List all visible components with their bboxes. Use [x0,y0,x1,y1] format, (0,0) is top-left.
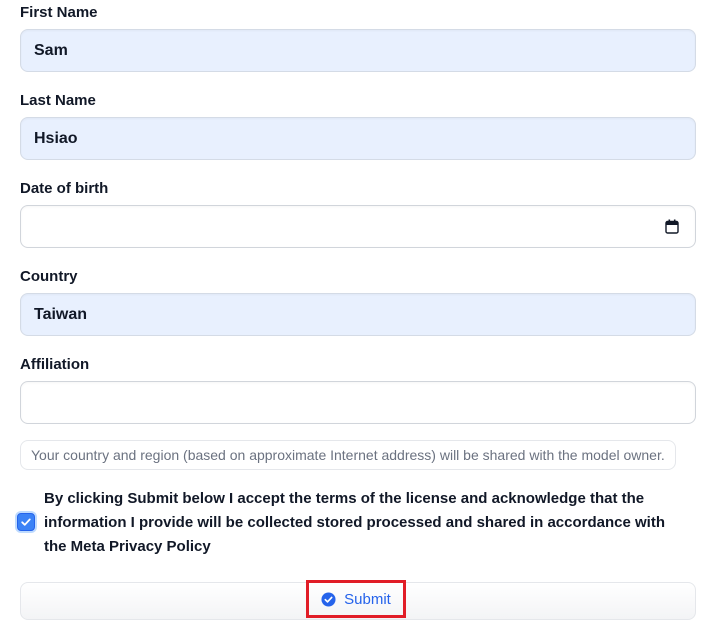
consent-text: By clicking Submit below I accept the te… [44,490,665,555]
last-name-value: Hsiao [34,129,78,147]
consent-checkbox[interactable] [17,513,35,531]
affiliation-label: Affiliation [20,356,90,373]
country-value: Taiwan [34,305,88,323]
submit-button[interactable]: Submit [306,580,406,618]
country-label: Country [20,268,78,285]
first-name-label: First Name [20,4,98,21]
first-name-value: Sam [34,41,68,59]
first-name-input[interactable]: Sam [20,29,696,72]
last-name-label: Last Name [20,92,96,109]
submit-bar[interactable]: Submit [20,580,696,620]
checkmark-icon [21,518,31,526]
date-of-birth-input[interactable] [20,205,696,248]
country-input[interactable]: Taiwan [20,293,696,336]
date-of-birth-label: Date of birth [20,180,109,197]
affiliation-input[interactable] [20,381,696,424]
location-sharing-notice: Your country and region (based on approx… [20,440,676,470]
calendar-icon[interactable] [665,219,679,234]
last-name-input[interactable]: Hsiao [20,117,696,160]
check-circle-icon [321,591,336,607]
submit-label: Submit [344,590,391,608]
